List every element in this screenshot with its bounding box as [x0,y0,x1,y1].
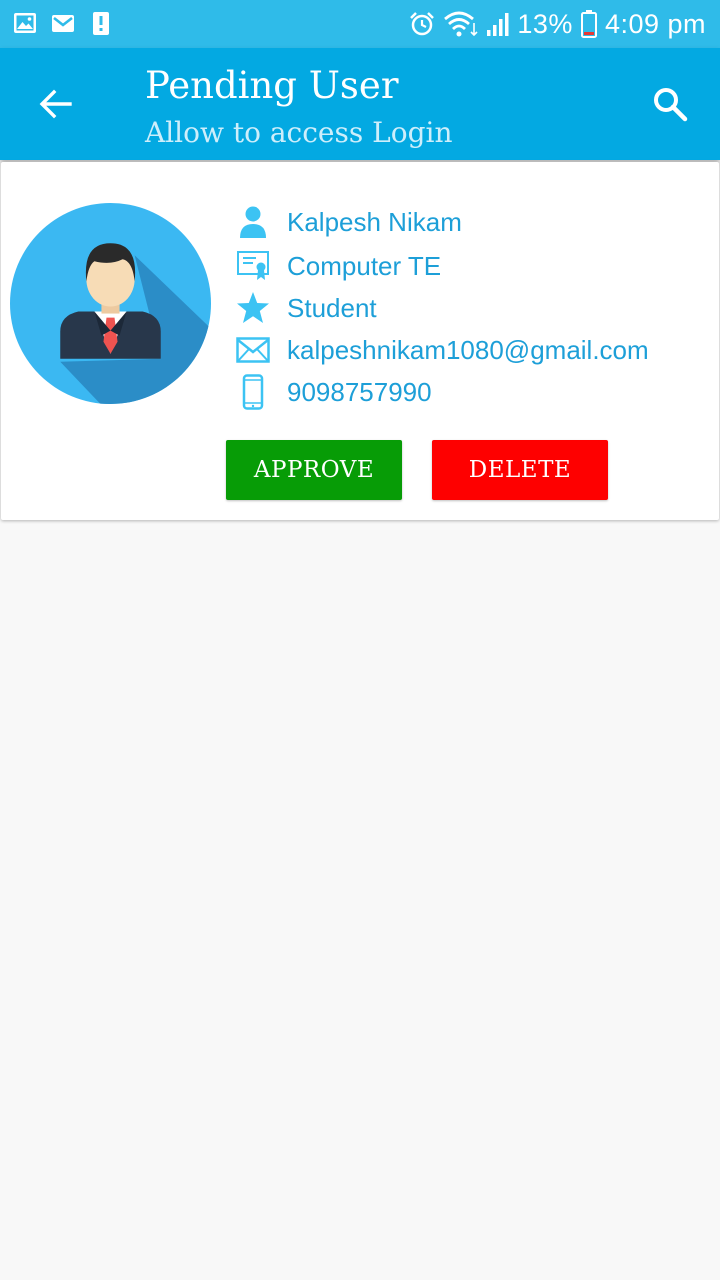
email-row: kalpeshnikam1080@gmail.com [234,331,649,369]
alert-icon [93,12,109,35]
approve-button[interactable]: APPROVE [226,440,402,500]
user-name-row: Kalpesh Nikam [234,203,462,241]
person-icon [234,203,272,241]
alarm-icon [410,12,435,36]
system-status: 13% 4:09 pm [408,6,706,42]
businessman-avatar-icon [10,203,211,404]
certificate-icon [234,247,272,285]
email: kalpeshnikam1080@gmail.com [287,334,649,365]
mail-icon [234,331,272,369]
search-icon [654,88,688,122]
department-row: Computer TE [234,247,441,285]
page-subtitle: Allow to access Login [145,116,453,149]
phone-row: 9098757990 [234,373,432,411]
role: Student [287,292,377,323]
pending-user-card: Kalpesh Nikam Computer TE Student kalpes… [1,162,719,520]
user-name: Kalpesh Nikam [287,206,462,237]
gmail-icon [52,15,74,32]
phone-number: 9098757990 [287,376,432,407]
battery-percentage: 13% [517,8,573,39]
mobile-phone-icon [234,373,272,411]
page-title: Pending User [145,64,399,107]
notification-icons [12,10,114,36]
role-row: Student [234,289,377,327]
search-button[interactable] [640,78,700,130]
back-button[interactable] [28,76,84,132]
star-icon [234,289,272,327]
wifi-icon [444,11,478,37]
signal-icon [487,13,509,36]
gallery-icon [14,13,36,33]
delete-button[interactable]: DELETE [432,440,608,500]
clock: 4:09 pm [604,8,706,39]
status-bar: 13% 4:09 pm [0,0,720,48]
department: Computer TE [287,250,442,281]
battery-icon [580,10,597,38]
arrow-back-icon [39,89,72,119]
app-bar: Pending User Allow to access Login [0,48,720,160]
